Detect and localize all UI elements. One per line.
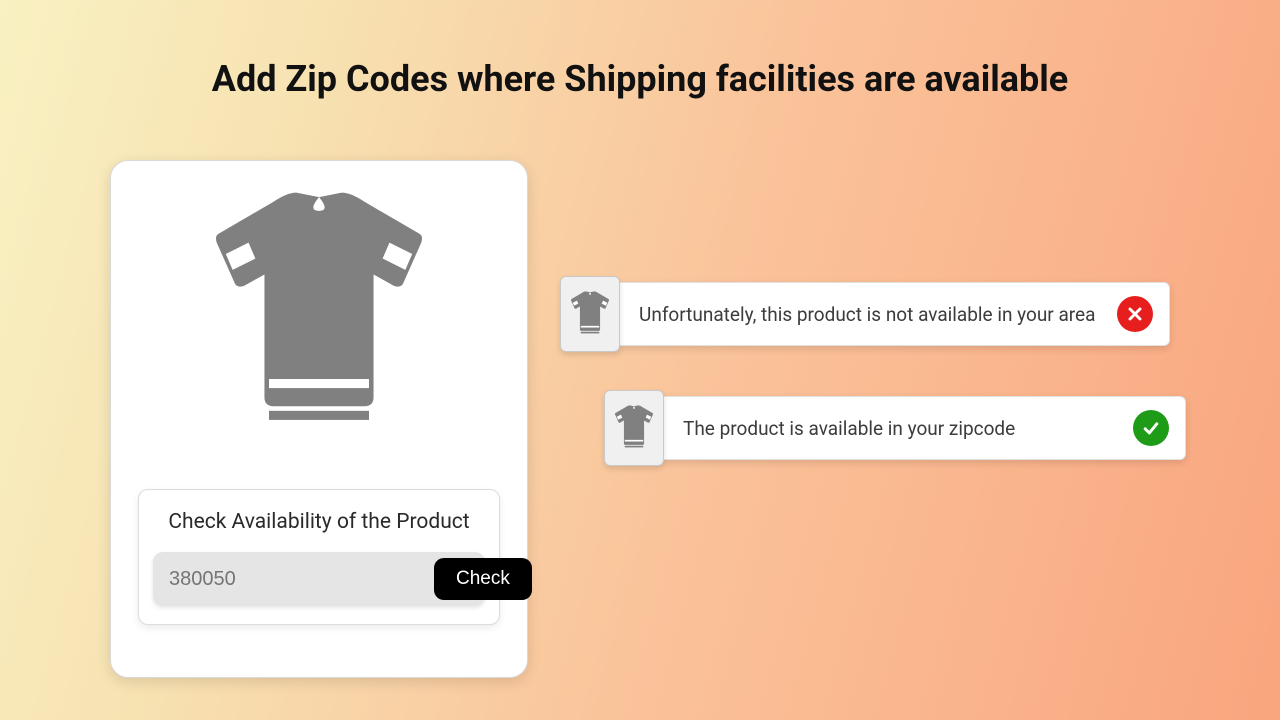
tshirt-icon	[569, 288, 611, 340]
status-thumbnail	[560, 276, 620, 352]
status-pill-ok: The product is available in your zipcode	[604, 390, 1186, 466]
check-circle-icon	[1133, 410, 1169, 446]
status-body: Unfortunately, this product is not avail…	[614, 282, 1170, 346]
availability-heading: Check Availability of the Product	[153, 510, 485, 534]
availability-panel: Check Availability of the Product Check	[138, 489, 500, 625]
tshirt-icon	[204, 179, 434, 433]
product-image	[204, 181, 434, 431]
status-body: The product is available in your zipcode	[658, 396, 1186, 460]
status-pill-error: Unfortunately, this product is not avail…	[560, 276, 1170, 352]
page-title: Add Zip Codes where Shipping facilities …	[0, 58, 1280, 100]
status-message: The product is available in your zipcode	[683, 417, 1015, 440]
zip-input-row: Check	[153, 552, 485, 606]
status-message: Unfortunately, this product is not avail…	[639, 303, 1095, 326]
status-thumbnail	[604, 390, 664, 466]
tshirt-icon	[613, 402, 655, 454]
product-card: Check Availability of the Product Check	[110, 160, 528, 678]
close-circle-icon	[1117, 296, 1153, 332]
check-button[interactable]: Check	[434, 558, 532, 600]
zip-input[interactable]	[169, 568, 434, 591]
